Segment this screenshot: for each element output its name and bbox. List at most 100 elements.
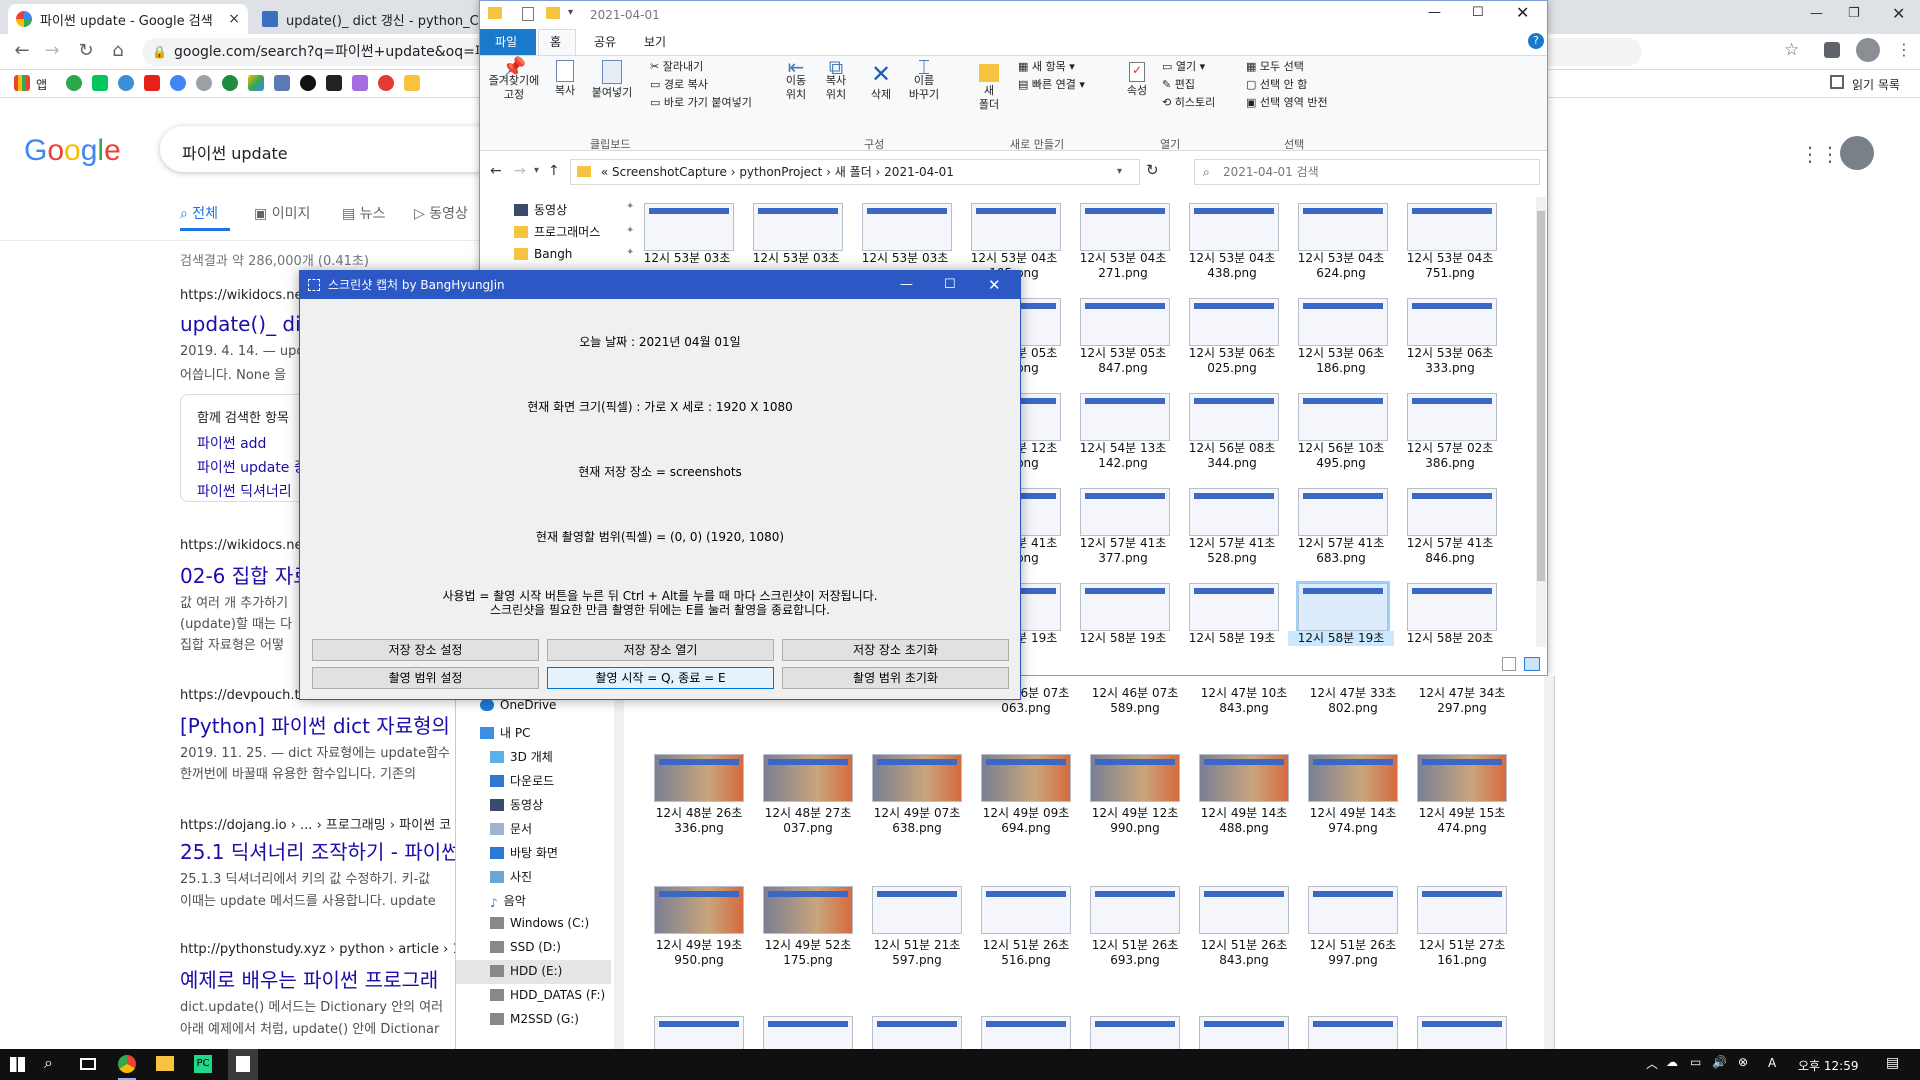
file-name-label[interactable]: 12시 46분 07초 589.png — [1082, 686, 1188, 716]
bookmark-icon[interactable] — [326, 75, 342, 91]
github-icon[interactable] — [300, 75, 316, 91]
nav-item-3d-objects[interactable]: 3D 개체 — [490, 748, 553, 765]
file-name-label[interactable]: 12시 58분 20초 — [1397, 631, 1503, 646]
breadcrumb-item[interactable]: pythonProject — [739, 165, 822, 179]
file-thumbnail[interactable] — [1298, 488, 1388, 536]
reset-capture-range-button[interactable]: 촬영 범위 초기화 — [782, 667, 1009, 689]
tab-close-icon[interactable]: × — [228, 11, 240, 27]
file-name-label[interactable]: 12시 53분 03초 — [634, 251, 740, 266]
nav-item-videos[interactable]: 동영상 — [490, 796, 543, 813]
details-view-icon[interactable] — [1502, 657, 1516, 671]
bookmark-icon[interactable] — [118, 75, 134, 91]
bookmark-icon[interactable] — [378, 75, 394, 91]
quick-access-dropdown-icon[interactable]: ▾ — [568, 7, 573, 18]
pycharm-taskbar-icon[interactable]: PC — [194, 1055, 212, 1073]
bookmark-star-icon[interactable]: ☆ — [1784, 40, 1799, 60]
tray-app-icon[interactable]: ⊗ — [1738, 1055, 1748, 1069]
file-name-label[interactable]: 12시 51분 27초 161.png — [1409, 938, 1515, 968]
window-restore-icon[interactable]: ❐ — [1848, 6, 1860, 21]
file-thumbnail[interactable] — [872, 754, 962, 802]
breadcrumb-item[interactable]: ScreenshotCapture — [612, 165, 727, 179]
window-maximize-icon[interactable]: ☐ — [1472, 5, 1484, 20]
up-folder-icon[interactable]: ↑ — [548, 163, 560, 179]
file-thumbnail[interactable] — [1090, 754, 1180, 802]
file-thumbnail[interactable] — [1080, 583, 1170, 631]
nav-item-bangh[interactable]: Bangh — [514, 247, 572, 261]
file-name-label[interactable]: 12시 47분 34초 297.png — [1409, 686, 1515, 716]
properties-button[interactable]: ✓ 속성 — [1124, 60, 1150, 98]
home-icon[interactable]: ⌂ — [106, 40, 130, 61]
bookmark-icon[interactable] — [222, 75, 238, 91]
apps-label[interactable]: 앱 — [36, 76, 47, 93]
file-name-label[interactable]: 12시 53분 06초 186.png — [1288, 346, 1394, 376]
explorer-address-bar[interactable]: « ScreenshotCapture › pythonProject › 새 … — [570, 159, 1140, 185]
file-name-label[interactable]: 12시 53분 04초 271.png — [1070, 251, 1176, 281]
nav-item-this-pc[interactable]: 내 PC — [480, 724, 530, 741]
file-thumbnail[interactable] — [1298, 393, 1388, 441]
large-icons-view-icon[interactable] — [1524, 657, 1540, 671]
reload-icon[interactable]: ↻ — [74, 40, 98, 61]
file-grid-scrollbar[interactable] — [1536, 197, 1546, 647]
file-name-label[interactable]: 12시 53분 06초 333.png — [1397, 346, 1503, 376]
chrome-taskbar-icon[interactable] — [118, 1055, 136, 1073]
profile-avatar[interactable] — [1856, 38, 1880, 62]
paste-shortcut-button[interactable]: ▭ 바로 가기 붙여넣기 — [650, 96, 752, 110]
task-view-icon[interactable] — [80, 1058, 96, 1070]
file-name-label[interactable]: 12시 53분 05초 847.png — [1070, 346, 1176, 376]
file-name-label[interactable]: 12시 49분 52초 175.png — [755, 938, 861, 968]
nav-item-drive-d[interactable]: SSD (D:) — [490, 940, 561, 954]
copy-path-button[interactable]: ▭ 경로 복사 — [650, 78, 708, 92]
recent-locations-icon[interactable]: ▾ — [534, 165, 539, 176]
file-name-label[interactable]: 12시 53분 04초 751.png — [1397, 251, 1503, 281]
nav-item-drive-f[interactable]: HDD_DATAS (F:) — [490, 988, 605, 1002]
naver-icon[interactable] — [92, 75, 108, 91]
file-name-label[interactable]: 12시 51분 21초 597.png — [864, 938, 970, 968]
onedrive-tray-icon[interactable]: ☁ — [1666, 1055, 1678, 1069]
file-name-label[interactable]: 12시 47분 33초 802.png — [1300, 686, 1406, 716]
paste-button[interactable]: 붙여넣기 — [590, 60, 634, 100]
file-name-label[interactable]: 12시 47분 10초 843.png — [1191, 686, 1297, 716]
nav-item-pictures[interactable]: 사진 — [490, 868, 532, 885]
extensions-icon[interactable] — [1824, 42, 1840, 58]
new-folder-button[interactable]: 새 폴더 — [976, 60, 1002, 112]
new-item-button[interactable]: ▦ 새 항목 ▾ — [1018, 60, 1075, 74]
nav-item-drive-c[interactable]: Windows (C:) — [490, 916, 589, 930]
file-thumbnail[interactable] — [1199, 754, 1289, 802]
file-name-label[interactable]: 12시 51분 26초 997.png — [1300, 938, 1406, 968]
file-thumbnail[interactable] — [1090, 886, 1180, 934]
open-button[interactable]: ▭ 열기 ▾ — [1162, 60, 1205, 74]
forward-icon[interactable]: → — [40, 40, 64, 61]
help-icon[interactable]: ? — [1528, 33, 1544, 49]
breadcrumb-overflow[interactable]: « — [601, 165, 608, 179]
network-tray-icon[interactable]: ▭ — [1690, 1055, 1701, 1069]
file-thumbnail[interactable] — [1189, 488, 1279, 536]
search-tab-videos[interactable]: ▷ 동영상 — [414, 203, 468, 223]
history-button[interactable]: ⟲ 히스토리 — [1162, 96, 1215, 110]
dialog-minimize-icon[interactable]: — — [900, 271, 913, 299]
file-name-label[interactable]: 12시 49분 15초 474.png — [1409, 806, 1515, 836]
file-name-label[interactable]: 12시 57분 41초 528.png — [1179, 536, 1285, 566]
nav-item-desktop[interactable]: 바탕 화면 — [490, 844, 558, 861]
nav-item-documents[interactable]: 문서 — [490, 820, 532, 837]
reset-save-location-button[interactable]: 저장 장소 초기화 — [782, 639, 1009, 661]
tab-share[interactable]: 공유 — [594, 33, 616, 50]
file-name-label[interactable]: 12시 53분 04초 624.png — [1288, 251, 1394, 281]
nav-item-videos[interactable]: 동영상 — [514, 201, 567, 218]
file-thumbnail[interactable] — [654, 754, 744, 802]
breadcrumb-item[interactable]: 2021-04-01 — [884, 165, 954, 179]
file-thumbnail[interactable] — [1189, 583, 1279, 631]
drive-icon[interactable] — [248, 75, 264, 91]
file-name-label[interactable]: 12시 57분 02초 386.png — [1397, 441, 1503, 471]
edit-button[interactable]: ✎ 편집 — [1162, 78, 1195, 92]
nav-item-downloads[interactable]: 다운로드 — [490, 772, 554, 789]
result-title-link[interactable]: 예제로 배우는 파이썬 프로그래 — [180, 964, 438, 993]
file-thumbnail[interactable] — [763, 754, 853, 802]
file-name-label[interactable]: 12시 48분 27초 037.png — [755, 806, 861, 836]
tray-overflow-icon[interactable]: ︿ — [1646, 1055, 1658, 1072]
tab-view[interactable]: 보기 — [644, 33, 666, 50]
notification-icon[interactable]: ▤ — [1886, 1055, 1899, 1071]
window-minimize-icon[interactable]: — — [1428, 5, 1441, 20]
file-name-label[interactable]: 12시 49분 19초 950.png — [646, 938, 752, 968]
result-title-link[interactable]: 02-6 집합 자료 — [180, 560, 312, 589]
windows-start-icon[interactable] — [10, 1057, 25, 1072]
